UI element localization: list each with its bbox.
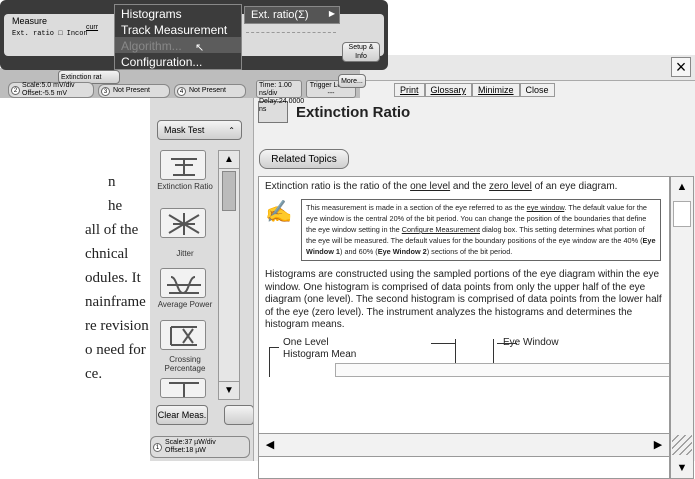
measure-label: Crossing Percentage	[164, 355, 206, 373]
measure-tab[interactable]: Measure	[12, 16, 47, 26]
close-menu[interactable]: Close	[519, 83, 555, 97]
extinction-ratio-icon	[171, 158, 197, 176]
channel-number: 1	[153, 442, 162, 452]
book-line: odules. It	[85, 270, 141, 286]
channel-number: 2	[11, 85, 20, 95]
chevron-icon: ⌃	[228, 125, 235, 135]
content-scrollbar[interactable]: ▲ ▼	[670, 176, 694, 479]
more-measure-button[interactable]	[160, 378, 206, 398]
channel-1-indicator[interactable]: 1 Scale:37 µW/div Offset:18 µW	[150, 436, 250, 458]
scroll-down-arrow-icon[interactable]: ▼	[219, 381, 239, 399]
book-line: o need for a	[85, 342, 157, 358]
page-title: Extinction Ratio	[296, 103, 411, 121]
scroll-thumb[interactable]	[673, 201, 691, 227]
measure-scrollbar[interactable]: ▲ ▼	[218, 150, 240, 400]
scroll-up-arrow-icon[interactable]: ▲	[671, 177, 693, 197]
channel-bar: Extinction rat 2 Scale:5.0 mV/div Offset:…	[0, 68, 360, 113]
intro-paragraph: Extinction ratio is the ratio of the one…	[265, 181, 618, 192]
measure-label: Extinction Ratio	[157, 182, 213, 191]
resize-grip-icon[interactable]	[672, 435, 692, 455]
curr-label: curr	[86, 24, 99, 31]
more-button[interactable]: More...	[338, 74, 366, 88]
eye-window-link[interactable]: eye window	[527, 203, 565, 212]
help-window: × Print Glossary Minimize Close Extincti…	[253, 55, 695, 479]
setup-info-button[interactable]: Setup & Info	[342, 42, 380, 62]
one-level-link[interactable]: one level	[410, 181, 450, 192]
glossary-menu[interactable]: Glossary	[424, 83, 473, 97]
menu-dropdown: Histograms Track Measurement Algorithm..…	[114, 4, 242, 70]
menu-item-histograms[interactable]: Histograms	[115, 5, 241, 21]
crossing-percentage-icon	[170, 326, 197, 346]
note-icon: ✍	[265, 199, 293, 225]
help-menubar: Print Glossary Minimize Close	[394, 83, 555, 97]
clear-measurements-button[interactable]: Clear Meas.	[156, 405, 208, 425]
channel-number: 4	[177, 86, 186, 96]
scroll-right-arrow-icon[interactable]: ▶	[647, 434, 669, 456]
measure-row: Ext. ratio □ Incon	[12, 30, 88, 38]
channel-4-indicator[interactable]: 4 Not Present	[174, 84, 246, 98]
book-text-2: all of the chnical odules. It nainframe …	[85, 218, 160, 386]
scroll-down-arrow-icon[interactable]: ▼	[671, 458, 693, 478]
mask-test-button[interactable]: Mask Test ⌃	[157, 120, 242, 140]
ch1-scale: Scale:37 µW/div	[165, 439, 216, 446]
close-icon[interactable]: ×	[671, 57, 691, 77]
jitter-measure-button[interactable]	[160, 208, 206, 238]
average-power-measure-button[interactable]	[160, 268, 206, 298]
submenu-item-ext-ratio[interactable]: Ext. ratio(Σ) ▶	[244, 6, 340, 24]
jitter-icon	[168, 213, 200, 235]
measure-menu: Measure Ext. ratio □ Incon curr Setup & …	[0, 0, 388, 70]
menu-item-configuration[interactable]: Configuration...	[115, 53, 241, 69]
minimize-menu[interactable]: Minimize	[472, 83, 520, 97]
book-line: re revision	[85, 318, 149, 334]
zero-level-link[interactable]: zero level	[489, 181, 532, 192]
book-line: all of the	[85, 222, 139, 238]
print-menu[interactable]: Print	[394, 83, 425, 97]
crossing-percentage-measure-button[interactable]	[160, 320, 206, 350]
ch1-offset: Offset:18 µW	[165, 447, 206, 454]
chevron-right-icon: ▶	[328, 9, 335, 18]
menu-item-track-measurement[interactable]: Track Measurement	[115, 21, 241, 37]
related-topics-button[interactable]: Related Topics	[259, 149, 349, 169]
eye-diagram: One Level Histogram Mean Eye Window	[265, 337, 669, 378]
channel-3-indicator[interactable]: 3 Not Present	[98, 84, 170, 98]
scroll-thumb[interactable]	[222, 171, 236, 211]
note-block: ✍ This measurement is made in a section …	[265, 199, 663, 262]
timebase-indicator[interactable]: Time: 1.00 ns/div Delay:24.0000 ns	[256, 80, 304, 113]
book-line: chnical	[85, 246, 129, 262]
extinction-ratio-measure-button[interactable]	[160, 150, 206, 180]
average-power-icon	[167, 276, 201, 295]
diagram-label: One Level	[283, 337, 329, 349]
horizontal-scrollbar[interactable]: ◀ ▶	[258, 433, 670, 457]
measure-label: Jitter	[176, 249, 194, 258]
diagram-label: Histogram Mean	[283, 349, 357, 361]
menu-item-algorithm[interactable]: Algorithm...	[115, 37, 241, 53]
channel-number: 3	[101, 86, 110, 96]
measure-icon	[169, 382, 199, 397]
measure-label: Average Power	[157, 300, 213, 309]
scroll-up-arrow-icon[interactable]: ▲	[219, 151, 239, 169]
panel-button[interactable]	[224, 405, 254, 425]
book-line: nainframe	[85, 294, 146, 310]
configure-measurement-link[interactable]: Configure Measurement	[402, 225, 480, 234]
histogram-paragraph: Histograms are constructed using the sam…	[265, 269, 662, 331]
book-line: ce.	[85, 366, 103, 382]
mouse-cursor-icon: ↖	[195, 42, 205, 54]
channel-2-indicator[interactable]: 2 Scale:5.0 mV/div Offset:-5.5 mV	[8, 82, 94, 98]
scroll-left-arrow-icon[interactable]: ◀	[259, 434, 281, 456]
menu-row-separator	[246, 32, 336, 33]
